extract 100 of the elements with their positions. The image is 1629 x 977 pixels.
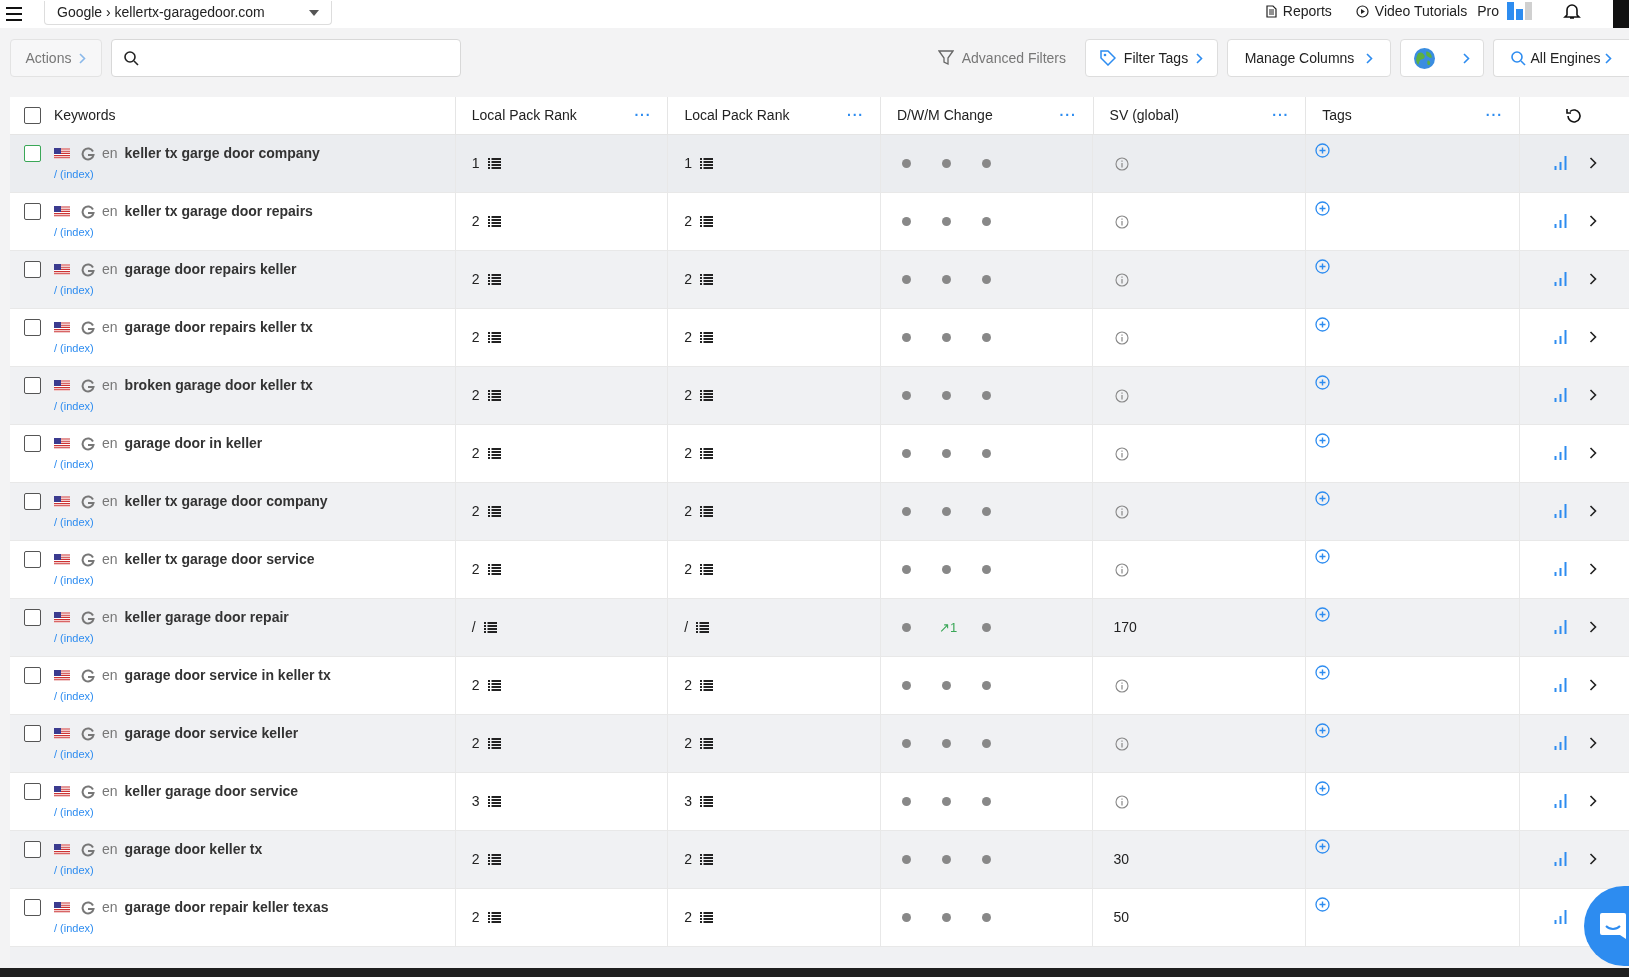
us-flag-icon xyxy=(54,380,70,391)
rank-value: 1 xyxy=(684,154,693,173)
add-tag-icon xyxy=(1315,665,1331,680)
list-icon xyxy=(483,622,497,633)
rank-value: 3 xyxy=(684,792,693,811)
all-engines-button[interactable]: All Engines xyxy=(1493,39,1629,77)
url-link[interactable]: / (index) xyxy=(54,572,94,589)
plan-label: Pro xyxy=(1477,1,1499,21)
plan-icon[interactable] xyxy=(1507,2,1533,20)
url-link[interactable]: / (index) xyxy=(54,920,94,937)
row-checkbox[interactable] xyxy=(24,551,41,568)
google-g-icon xyxy=(81,494,95,509)
project-name: Google › kellertx-garagedoor.com xyxy=(57,3,266,22)
list-icon xyxy=(700,390,714,401)
url-link[interactable]: / (index) xyxy=(54,862,94,879)
us-flag-icon xyxy=(54,670,70,681)
language-code: en xyxy=(102,608,118,627)
add-tag-icon xyxy=(1315,897,1331,912)
row-checkbox[interactable] xyxy=(24,145,41,162)
chevron-right-icon xyxy=(1588,446,1597,459)
row-checkbox[interactable] xyxy=(24,319,41,336)
bell-icon[interactable] xyxy=(1563,2,1581,20)
rank-value: 2 xyxy=(684,386,693,405)
rank-value: 2 xyxy=(684,502,693,521)
keyword-text: garage door repairs keller xyxy=(124,260,297,279)
region-button[interactable] xyxy=(1400,39,1484,77)
search-volume: 50 xyxy=(1113,908,1129,927)
keyword-text: broken garage door keller tx xyxy=(124,376,313,395)
row-checkbox[interactable] xyxy=(24,783,41,800)
add-tag-icon xyxy=(1315,781,1331,796)
url-link[interactable]: / (index) xyxy=(54,630,94,647)
info-icon xyxy=(1115,562,1130,577)
row-checkbox[interactable] xyxy=(24,899,41,916)
row-checkbox[interactable] xyxy=(24,667,41,684)
language-code: en xyxy=(102,550,118,569)
us-flag-icon xyxy=(54,496,70,507)
window-edge xyxy=(1613,0,1629,28)
more-icon[interactable]: ··· xyxy=(1272,105,1290,126)
info-icon xyxy=(1115,794,1130,809)
google-g-icon xyxy=(81,842,95,857)
url-link[interactable]: / (index) xyxy=(54,340,94,357)
url-link[interactable]: / (index) xyxy=(54,224,94,241)
language-code: en xyxy=(102,666,118,685)
info-icon xyxy=(1115,272,1130,287)
menu-icon[interactable] xyxy=(6,7,22,21)
rank-value: 2 xyxy=(471,850,480,869)
list-icon xyxy=(487,216,501,227)
url-link[interactable]: / (index) xyxy=(54,166,94,183)
language-code: en xyxy=(102,318,118,337)
list-icon xyxy=(700,158,714,169)
row-checkbox[interactable] xyxy=(24,203,41,220)
rank-value: 2 xyxy=(471,386,480,405)
google-g-icon xyxy=(81,610,95,625)
url-link[interactable]: / (index) xyxy=(54,456,94,473)
chat-icon xyxy=(1598,911,1628,941)
more-icon[interactable]: ··· xyxy=(1485,105,1503,126)
rank-value: 2 xyxy=(684,444,693,463)
row-checkbox[interactable] xyxy=(24,377,41,394)
search-field[interactable] xyxy=(111,39,461,77)
row-checkbox[interactable] xyxy=(24,493,41,510)
url-link[interactable]: / (index) xyxy=(54,688,94,705)
google-g-icon xyxy=(81,436,95,451)
keyword-text: keller garage door service xyxy=(124,782,299,801)
list-icon xyxy=(700,738,714,749)
url-link[interactable]: / (index) xyxy=(54,398,94,415)
rank-value: 1 xyxy=(471,154,480,173)
language-code: en xyxy=(102,376,118,395)
column-header: Local Pack Rank xyxy=(684,106,791,125)
project-selector[interactable]: Google › kellertx-garagedoor.com xyxy=(44,1,332,25)
keyword-text: garage door in keller xyxy=(124,434,263,453)
select-all-checkbox[interactable] xyxy=(24,107,41,124)
url-link[interactable]: / (index) xyxy=(54,804,94,821)
chevron-right-icon xyxy=(1588,852,1597,865)
bar-chart-icon xyxy=(1553,445,1567,460)
reports-link[interactable]: Reports xyxy=(1265,0,1332,22)
url-link[interactable]: / (index) xyxy=(54,282,94,299)
actions-button[interactable]: Actions xyxy=(10,39,102,77)
advanced-filters-button[interactable]: Advanced Filters xyxy=(927,39,1076,77)
list-icon xyxy=(700,564,714,575)
more-icon[interactable]: ··· xyxy=(634,105,652,126)
url-link[interactable]: / (index) xyxy=(54,746,94,763)
list-icon xyxy=(696,622,710,633)
row-checkbox[interactable] xyxy=(24,725,41,742)
rank-value: 2 xyxy=(684,908,693,927)
keyword-text: garage door service keller xyxy=(124,724,299,743)
url-link[interactable]: / (index) xyxy=(54,514,94,531)
keyword-text: garage door repairs keller tx xyxy=(124,318,313,337)
keyword-text: keller tx garage door repairs xyxy=(124,202,313,221)
row-checkbox[interactable] xyxy=(24,609,41,626)
more-icon[interactable]: ··· xyxy=(1059,105,1077,126)
bar-chart-icon xyxy=(1553,909,1567,924)
row-checkbox[interactable] xyxy=(24,841,41,858)
manage-columns-button[interactable]: Manage Columns xyxy=(1227,39,1391,77)
filter-tags-button[interactable]: Filter Tags xyxy=(1085,39,1218,77)
google-g-icon xyxy=(81,668,95,683)
row-checkbox[interactable] xyxy=(24,261,41,278)
video-tutorials-link[interactable]: Video Tutorials xyxy=(1355,0,1468,22)
row-checkbox[interactable] xyxy=(24,435,41,452)
more-icon[interactable]: ··· xyxy=(847,105,864,126)
filter-icon xyxy=(937,50,954,66)
